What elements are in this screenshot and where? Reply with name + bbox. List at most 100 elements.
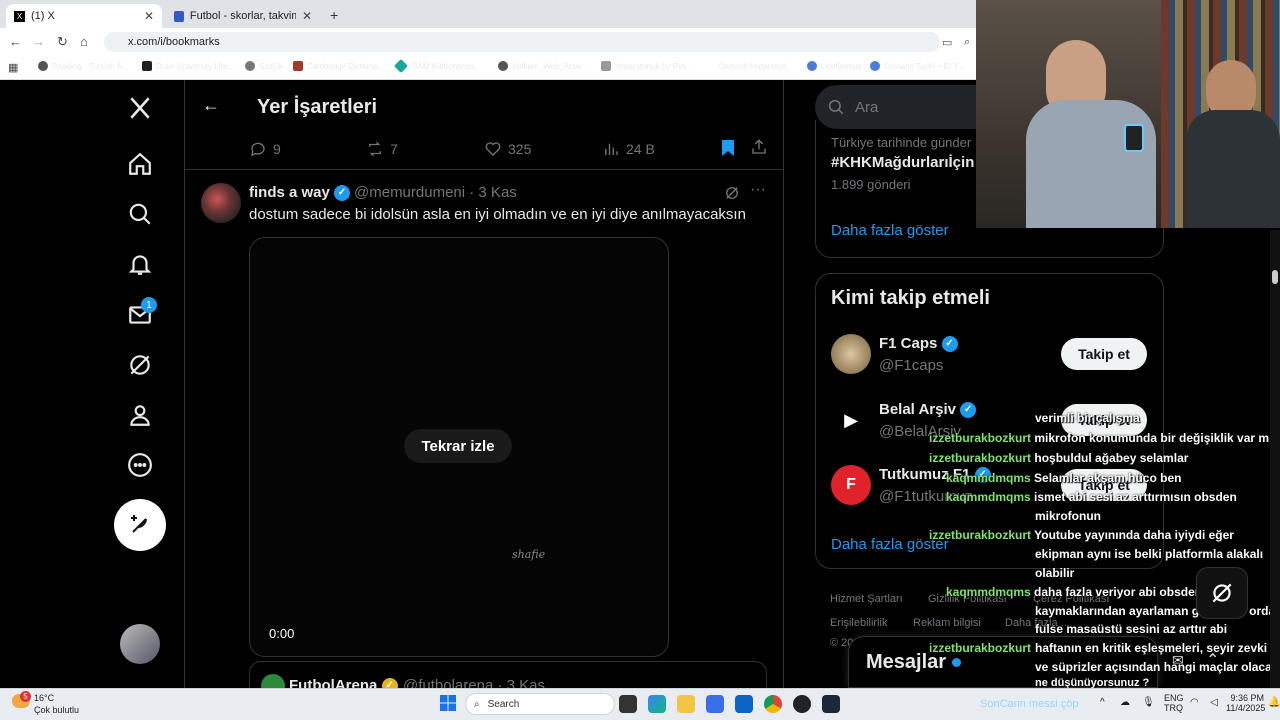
reply-button[interactable]: 9 <box>249 140 281 158</box>
show-more-link[interactable]: Daha fazla göster <box>831 222 949 239</box>
repost-button[interactable]: 7 <box>366 140 398 158</box>
taskbar-search[interactable]: ⌕ Search <box>465 693 615 715</box>
store-icon[interactable] <box>706 695 724 713</box>
duke-icon <box>142 61 152 71</box>
steam-icon[interactable] <box>822 695 840 713</box>
windows-taskbar <box>0 688 1280 720</box>
clock[interactable]: 9:36 PM 11/4/2025 <box>1226 693 1265 713</box>
profile-icon[interactable] <box>126 401 154 429</box>
bell-icon[interactable] <box>126 250 154 278</box>
back-icon[interactable]: ← <box>9 34 22 49</box>
more-options-icon[interactable]: ··· <box>750 181 766 199</box>
footer-link[interactable]: Erişilebilirlik <box>830 617 887 629</box>
mic-icon[interactable]: 🎙 <box>1142 697 1155 708</box>
home-icon[interactable]: ⌂ <box>80 34 88 49</box>
follow-button[interactable]: Takip et <box>1061 338 1147 370</box>
bookmark-item[interactable]: Duke University Libr... <box>142 61 234 71</box>
reply-icon <box>251 142 265 157</box>
suggestion-name[interactable]: F1 Caps ✓ <box>879 335 958 353</box>
apps-grid-icon[interactable]: ▦ <box>8 61 18 74</box>
footer-link[interactable]: Reklam bilgisi <box>913 617 981 629</box>
tab-label: (1) X <box>31 10 55 22</box>
tweet-author-avatar[interactable] <box>201 183 241 223</box>
grok-icon[interactable] <box>126 351 154 379</box>
bookmark-item[interactable]: İSAM Kütüphanes... <box>393 58 481 74</box>
verified-badge-icon: ✓ <box>941 336 958 353</box>
wifi-icon[interactable]: ◠ <box>1190 697 1199 708</box>
bookmark-item[interactable]: Sözlük <box>245 61 283 71</box>
scrollbar-track[interactable] <box>1270 230 1280 688</box>
file-explorer-icon[interactable] <box>677 695 695 713</box>
globe-icon <box>38 61 48 71</box>
zoom-icon[interactable]: ⌕ <box>964 36 970 49</box>
tray-chevron-icon[interactable]: ^ <box>1100 697 1105 708</box>
trend-context: Türkiye tarihinde günder <box>831 135 972 150</box>
views-button[interactable]: 24 B <box>602 140 655 158</box>
share-icon[interactable] <box>750 138 768 161</box>
close-icon[interactable]: ✕ <box>302 9 312 23</box>
play-icon[interactable]: ▶ <box>831 400 871 440</box>
cloud-icon[interactable]: ☁ <box>1120 697 1130 708</box>
like-button[interactable]: 325 <box>484 140 531 158</box>
bookmark-item[interactable]: LexiQamus <box>807 61 861 71</box>
footer-link[interactable]: Hizmet Şartları <box>830 593 903 605</box>
compose-button[interactable] <box>114 499 166 551</box>
outlook-icon[interactable] <box>735 695 753 713</box>
bookmark-item[interactable]: Reading - Turkish A... <box>38 61 128 71</box>
obs-icon[interactable] <box>793 695 811 713</box>
lexiqamus-icon <box>807 61 817 71</box>
task-view-icon[interactable] <box>619 695 637 713</box>
repost-icon <box>369 141 381 157</box>
bookmark-item[interactable]: Apikam_Web_Arsiv... <box>498 61 588 71</box>
volume-icon[interactable]: ◁ <box>1210 697 1218 708</box>
grok-float-button[interactable] <box>1196 567 1248 619</box>
input-language[interactable]: ENG TRQ <box>1164 693 1184 713</box>
suggestion-name[interactable]: Belal Arşiv ✓ <box>879 401 977 419</box>
scrollbar-thumb[interactable] <box>1272 270 1278 284</box>
account-avatar[interactable] <box>120 624 160 664</box>
close-icon[interactable]: ✕ <box>144 9 154 23</box>
cast-icon[interactable]: ▭ <box>942 36 952 49</box>
microphone <box>1124 124 1144 152</box>
forward-icon[interactable]: → <box>32 34 45 49</box>
bookmark-item[interactable]: İmparatorluk by Rys... <box>601 61 693 71</box>
home-icon[interactable] <box>126 150 154 178</box>
url-field[interactable]: x.com/i/bookmarks <box>104 32 940 52</box>
chat-line: kaqmmdmqms ismet abi sesi az arttırmısın… <box>946 490 1237 504</box>
notification-bell-icon[interactable]: 🔔 <box>1268 697 1280 708</box>
f1-logo-icon[interactable]: F <box>831 465 871 505</box>
suggestion-handle: @F1caps <box>879 357 944 374</box>
chat-line: fulse masaüstü sesini az arttır abi <box>1035 622 1228 636</box>
video-watermark: shafie <box>512 548 546 561</box>
chat-line: kaqmmdmqms Selamlar akşam hüco ben <box>946 471 1182 485</box>
chat-line: olabilir <box>1035 566 1075 580</box>
weather-temp: 16°C <box>34 693 55 703</box>
cambridge-icon <box>293 61 303 71</box>
tweet-author-name[interactable]: finds a way ✓ <box>249 184 351 202</box>
tweet-handle-date[interactable]: @memurdumeni · 3 Kas <box>354 184 517 201</box>
back-arrow-icon[interactable]: ← <box>202 95 220 116</box>
trend-tag[interactable]: #KHKMağdurlarıİçin <box>831 154 974 171</box>
chat-line: ve süprizler açısından hangi maçlar olac… <box>1035 660 1279 674</box>
replay-button[interactable]: Tekrar izle <box>404 429 512 463</box>
widgets-icon[interactable] <box>648 695 666 713</box>
x-logo-icon[interactable] <box>126 94 154 122</box>
more-icon[interactable] <box>126 451 154 479</box>
chat-line: izzetburakbozkurt mikrofon konumunda bir… <box>929 431 1273 445</box>
chat-line: ekipman aynı ise belki platformla alakal… <box>1035 547 1264 561</box>
search-icon[interactable] <box>126 200 154 228</box>
grok-icon[interactable] <box>723 184 741 207</box>
chrome-icon[interactable] <box>764 695 782 713</box>
tab-x[interactable]: X (1) X ✕ <box>6 4 162 28</box>
new-tab-icon[interactable]: + <box>330 7 338 23</box>
windows-start-icon[interactable] <box>440 695 456 711</box>
page-icon <box>601 61 611 71</box>
search-icon <box>828 99 844 115</box>
suggestion-avatar[interactable] <box>831 334 871 374</box>
bookmark-item[interactable]: Cambridge Dictiona... <box>293 61 384 71</box>
bookmark-filled-icon[interactable] <box>720 139 736 157</box>
reload-icon[interactable]: ↻ <box>57 34 68 50</box>
tab-futbol[interactable]: Futbol - skorlar, takvim & oran ✕ <box>166 4 320 28</box>
bookmark-item[interactable]: Osmanlı Tarihi – El Y... <box>870 61 976 71</box>
bookmark-item[interactable]: Osmanlı İmparatorl... <box>704 61 793 71</box>
